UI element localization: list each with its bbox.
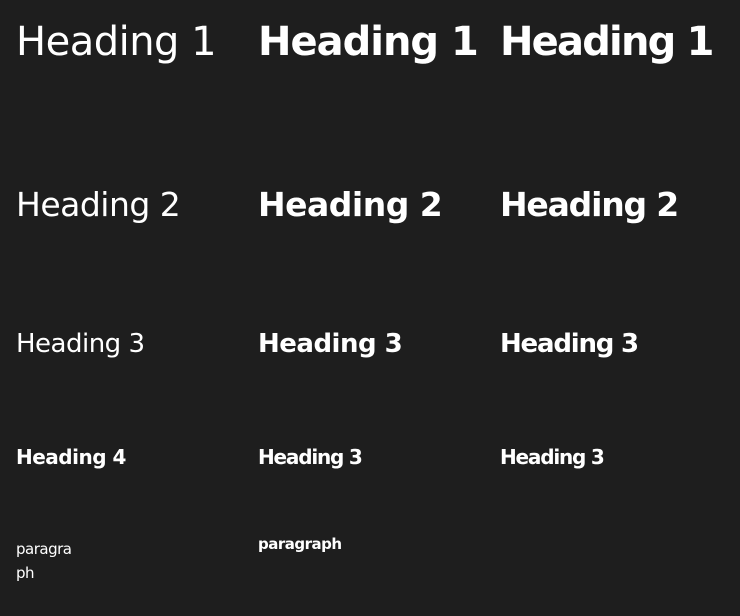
heading-3-regular: Heading 3 <box>16 329 145 359</box>
heading-1-extrabold: Heading 1 <box>500 19 714 65</box>
paragraph-regular: paragraph <box>16 540 72 582</box>
heading-4-semibold: Heading 3 <box>258 445 363 469</box>
heading-2-regular: Heading 2 <box>16 185 181 224</box>
heading-4-extrabold: Heading 3 <box>500 445 605 469</box>
heading-3-extrabold: Heading 3 <box>500 329 639 359</box>
heading-4-regular: Heading 4 <box>16 445 126 469</box>
heading-2-semibold: Heading 2 <box>258 185 443 224</box>
heading-1-regular: Heading 1 <box>16 19 217 65</box>
paragraph-bold: paragraph <box>258 535 342 553</box>
heading-2-extrabold: Heading 2 <box>500 185 679 224</box>
heading-3-semibold: Heading 3 <box>258 329 403 359</box>
heading-1-semibold: Heading 1 <box>258 19 479 65</box>
